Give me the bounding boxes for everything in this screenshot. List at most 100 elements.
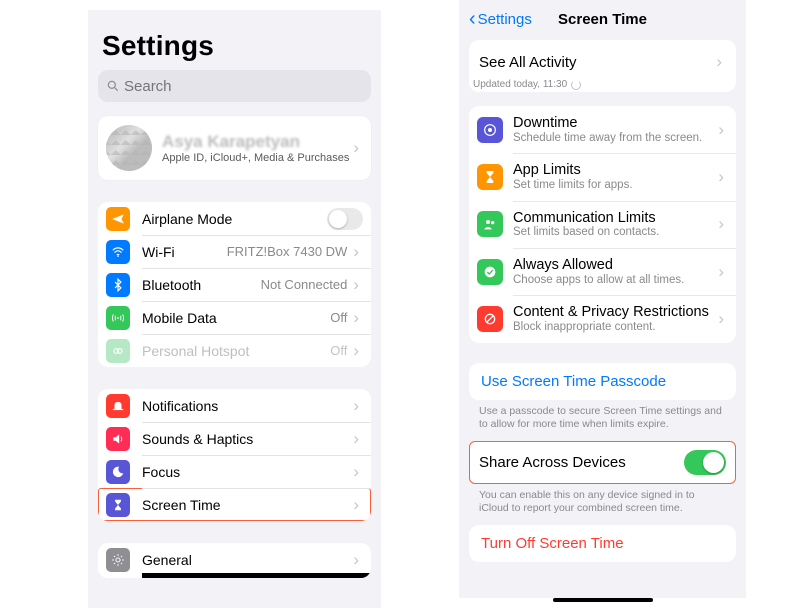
chevron-right-icon: ›	[349, 462, 363, 482]
search-icon	[106, 79, 120, 93]
share-note: You can enable this on any device signed…	[469, 484, 736, 515]
chevron-right-icon: ›	[718, 262, 728, 282]
airplane-icon	[106, 207, 130, 231]
left-phone: Settings Asya Karapetyan Apple ID, iClou…	[88, 10, 381, 608]
row-content-restrictions[interactable]: Content & Privacy RestrictionsBlock inap…	[469, 295, 736, 342]
see-all-activity[interactable]: See All Activity ›	[469, 48, 736, 76]
profile-card[interactable]: Asya Karapetyan Apple ID, iCloud+, Media…	[98, 116, 371, 180]
chevron-right-icon: ›	[353, 138, 363, 158]
notifications-label: Notifications	[142, 398, 218, 414]
content-title: Content & Privacy Restrictions	[513, 304, 718, 321]
cellular-icon	[106, 306, 130, 330]
bluetooth-icon	[106, 273, 130, 297]
mobile-label: Mobile Data	[142, 310, 217, 326]
row-notifications[interactable]: Notifications ›	[98, 389, 371, 422]
content-sub: Block inappropriate content.	[513, 321, 718, 334]
row-general[interactable]: General ›	[98, 543, 371, 576]
people-icon	[477, 211, 503, 237]
row-mobile-data[interactable]: Mobile Data Off ›	[98, 301, 371, 334]
bell-icon	[106, 394, 130, 418]
search-bar[interactable]	[98, 70, 371, 102]
always-title: Always Allowed	[513, 257, 718, 274]
sounds-label: Sounds & Haptics	[142, 431, 253, 447]
wifi-value: FRITZ!Box 7430 DW	[227, 244, 350, 259]
checkmark-icon	[477, 259, 503, 285]
chevron-right-icon: ›	[718, 309, 728, 329]
row-always-allowed[interactable]: Always AllowedChoose apps to allow at al…	[469, 248, 736, 295]
downtime-icon	[477, 117, 503, 143]
chevron-right-icon: ›	[718, 167, 728, 187]
chevron-right-icon: ›	[349, 308, 363, 328]
connectivity-group: Airplane Mode Wi-Fi FRITZ!Box 7430 DW › …	[98, 202, 371, 367]
row-screen-time[interactable]: Screen Time ›	[98, 488, 371, 521]
row-bluetooth[interactable]: Bluetooth Not Connected ›	[98, 268, 371, 301]
moon-icon	[106, 460, 130, 484]
activity-card: See All Activity › Updated today, 11:30	[469, 40, 736, 92]
hotspot-label: Personal Hotspot	[142, 343, 249, 359]
settings-title: Settings	[98, 10, 371, 70]
airplane-label: Airplane Mode	[142, 211, 232, 227]
downtime-title: Downtime	[513, 115, 718, 132]
focus-label: Focus	[142, 464, 180, 480]
general-group: General ›	[98, 543, 371, 578]
right-phone: ‹ Settings Screen Time See All Activity …	[459, 0, 746, 608]
row-airplane[interactable]: Airplane Mode	[98, 202, 371, 235]
comms-sub: Set limits based on contacts.	[513, 226, 718, 239]
hourglass-icon	[477, 164, 503, 190]
chevron-right-icon: ›	[349, 550, 363, 570]
wifi-label: Wi-Fi	[142, 244, 175, 260]
spinner-icon	[571, 80, 581, 90]
back-button[interactable]: ‹ Settings	[469, 8, 532, 31]
general-label: General	[142, 552, 192, 568]
applimits-title: App Limits	[513, 162, 718, 179]
search-input[interactable]	[124, 78, 363, 95]
row-wifi[interactable]: Wi-Fi FRITZ!Box 7430 DW ›	[98, 235, 371, 268]
share-devices-card: Share Across Devices	[469, 441, 736, 484]
row-comm-limits[interactable]: Communication LimitsSet limits based on …	[469, 201, 736, 248]
chevron-right-icon: ›	[349, 495, 363, 515]
speaker-icon	[106, 427, 130, 451]
avatar	[106, 125, 152, 171]
gear-icon	[106, 548, 130, 572]
chevron-right-icon: ›	[718, 120, 728, 140]
hourglass-icon	[106, 493, 130, 517]
turn-off-link[interactable]: Turn Off Screen Time	[469, 525, 736, 562]
airplane-switch[interactable]	[327, 208, 363, 230]
mobile-value: Off	[330, 310, 349, 325]
navbar: ‹ Settings Screen Time	[469, 0, 736, 34]
profile-sub: Apple ID, iCloud+, Media & Purchases	[162, 152, 349, 164]
attention-group: Notifications › Sounds & Haptics › Focus…	[98, 389, 371, 521]
share-switch[interactable]	[684, 450, 726, 475]
passcode-note: Use a passcode to secure Screen Time set…	[469, 400, 736, 431]
comms-title: Communication Limits	[513, 210, 718, 227]
screentime-label: Screen Time	[142, 497, 221, 513]
row-hotspot[interactable]: Personal Hotspot Off ›	[98, 334, 371, 367]
profile-name: Asya Karapetyan	[162, 132, 349, 152]
chevron-right-icon: ›	[349, 429, 363, 449]
chevron-right-icon: ›	[718, 214, 728, 234]
wifi-icon	[106, 240, 130, 264]
applimits-sub: Set time limits for apps.	[513, 179, 718, 192]
bluetooth-value: Not Connected	[261, 277, 350, 292]
chevron-right-icon: ›	[349, 341, 363, 361]
hotspot-icon	[106, 339, 130, 363]
use-passcode-link[interactable]: Use Screen Time Passcode	[469, 363, 736, 400]
row-app-limits[interactable]: App LimitsSet time limits for apps. ›	[469, 153, 736, 200]
row-sounds[interactable]: Sounds & Haptics ›	[98, 422, 371, 455]
hotspot-value: Off	[330, 343, 349, 358]
chevron-right-icon: ›	[349, 275, 363, 295]
chevron-right-icon: ›	[349, 396, 363, 416]
chevron-right-icon: ›	[716, 52, 726, 72]
nosign-icon	[477, 306, 503, 332]
updated-meta: Updated today, 11:30	[473, 79, 567, 90]
row-focus[interactable]: Focus ›	[98, 455, 371, 488]
always-sub: Choose apps to allow at all times.	[513, 274, 718, 287]
share-label: Share Across Devices	[479, 454, 626, 471]
limits-group: DowntimeSchedule time away from the scre…	[469, 106, 736, 343]
bluetooth-label: Bluetooth	[142, 277, 201, 293]
chevron-right-icon: ›	[349, 242, 363, 262]
see-all-label: See All Activity	[479, 54, 577, 71]
back-label: Settings	[478, 11, 532, 28]
row-downtime[interactable]: DowntimeSchedule time away from the scre…	[469, 106, 736, 153]
row-share-devices[interactable]: Share Across Devices	[469, 441, 736, 484]
